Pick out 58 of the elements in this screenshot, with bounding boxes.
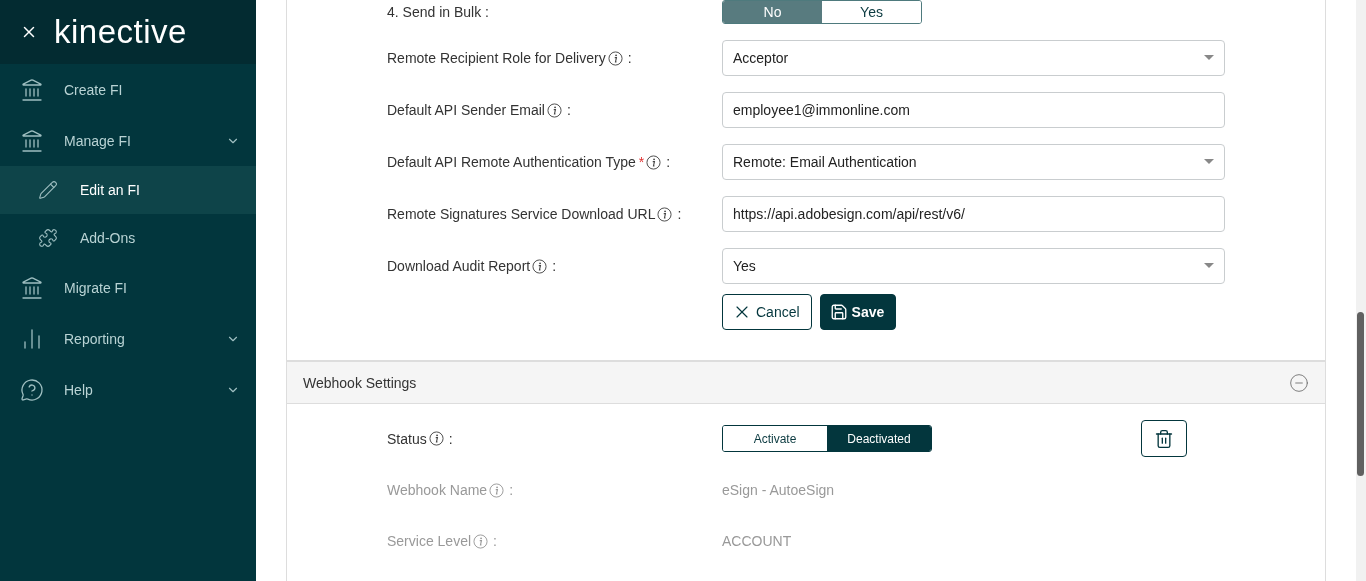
info-icon[interactable] [607, 50, 623, 66]
caret-icon [1204, 159, 1214, 165]
nav-item[interactable]: Reporting [0, 313, 256, 364]
cancel-button[interactable]: Cancel [722, 294, 812, 330]
field-label: Service Level [387, 533, 472, 549]
colon: : [552, 258, 557, 274]
segment-option[interactable]: Deactivated [827, 426, 931, 451]
logo: kinective [54, 13, 187, 51]
info-icon[interactable] [547, 102, 562, 118]
section-title: Webhook Settings [303, 374, 417, 391]
required-mark: * [638, 154, 645, 170]
collapse-icon[interactable] [1289, 372, 1309, 393]
colon: : [448, 430, 453, 447]
colon: : [567, 102, 571, 118]
select-field[interactable]: Yes [722, 248, 1225, 284]
field-label: Default API Remote Authentication Type [387, 154, 636, 170]
toggle-option[interactable]: No [723, 1, 822, 23]
delete-button[interactable] [1141, 420, 1187, 457]
input-field[interactable]: https://api.adobesign.com/api/rest/v6/ [722, 196, 1225, 232]
bank-icon [20, 275, 44, 300]
field-label: Remote Signatures Service Download URL [387, 206, 656, 222]
nav-item[interactable]: Create FI [0, 64, 256, 115]
colon: : [493, 533, 497, 549]
section-header[interactable]: Webhook Settings [287, 360, 1325, 404]
select-field[interactable]: Acceptor [722, 40, 1225, 76]
save-button[interactable]: Save [819, 294, 897, 330]
caret-icon [1204, 55, 1214, 61]
colon: : [627, 50, 632, 66]
colon: : [677, 206, 682, 222]
field-label: Download Audit Report [387, 258, 531, 274]
info-icon[interactable] [532, 258, 548, 274]
field-label: Status [387, 430, 427, 447]
select-field[interactable]: Remote: Email Authentication [722, 144, 1225, 180]
info-icon[interactable] [657, 206, 673, 222]
trash-icon [1154, 428, 1174, 449]
bank-icon [20, 77, 44, 102]
field-label: Webhook Name [387, 482, 488, 498]
colon: : [509, 482, 514, 498]
help-icon [20, 377, 44, 402]
save-icon [829, 303, 848, 321]
field-label: Default API Sender Email [387, 102, 545, 118]
field-label: 4. Send in Bulk : [387, 4, 489, 20]
field-label: Remote Recipient Role for Delivery [387, 50, 606, 66]
field-value: ACCOUNT [722, 533, 792, 549]
caret-icon [1204, 263, 1214, 269]
info-icon[interactable] [428, 431, 444, 446]
nav-subitem[interactable]: Edit an FI [0, 166, 256, 214]
scrollbar[interactable] [1356, 0, 1366, 581]
pencil-icon [38, 180, 58, 200]
input-field[interactable]: employee1@immonline.com [722, 92, 1225, 128]
info-icon[interactable] [646, 154, 662, 170]
nav-item[interactable]: Migrate FI [0, 262, 256, 313]
bank-icon [20, 128, 44, 153]
nav-subitem[interactable]: Add-Ons [0, 214, 256, 262]
nav-item[interactable]: Manage FI [0, 115, 256, 166]
colon: : [666, 154, 671, 170]
puzzle-icon [38, 228, 58, 248]
nav-item[interactable]: Help [0, 364, 256, 415]
